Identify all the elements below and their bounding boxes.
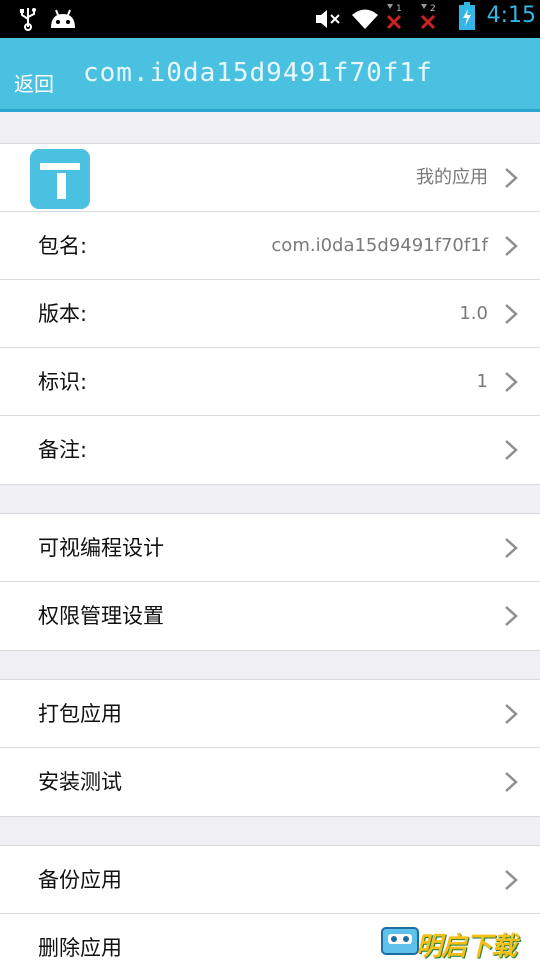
- permission-settings-row[interactable]: 权限管理设置: [0, 582, 540, 650]
- backup-app-row[interactable]: 备份应用: [0, 846, 540, 914]
- signal-2-label: 2: [430, 4, 436, 14]
- row-value: 1: [476, 371, 488, 392]
- version-row[interactable]: 版本: 1.0: [0, 280, 540, 348]
- package-app-row[interactable]: 打包应用: [0, 680, 540, 748]
- note-row[interactable]: 备注:: [0, 416, 540, 484]
- row-label: 安装测试: [38, 770, 122, 794]
- status-bar: 1 2 4:15: [0, 0, 540, 38]
- page-title: com.i0da15d9491f70f1f: [83, 58, 433, 88]
- row-label: 删除应用: [38, 936, 122, 960]
- chevron-right-icon: [505, 704, 518, 724]
- row-label: 可视编程设计: [38, 536, 164, 560]
- row-value: com.i0da15d9491f70f1f: [271, 235, 488, 256]
- wifi-icon: [350, 7, 380, 31]
- row-label: 备份应用: [38, 868, 122, 892]
- app-row-value: 我的应用: [416, 167, 488, 188]
- battery-charging-icon: [458, 2, 476, 30]
- signal-1-label: 1: [396, 4, 402, 14]
- chevron-right-icon: [505, 870, 518, 890]
- build-group: 打包应用 安装测试: [0, 679, 540, 817]
- app-icon: [30, 149, 90, 209]
- mute-icon: [314, 7, 342, 31]
- chevron-right-icon: [505, 236, 518, 256]
- cassette-icon: [381, 927, 419, 955]
- row-label: 标识:: [38, 370, 88, 394]
- row-label: 备注:: [38, 438, 88, 462]
- row-value: 1.0: [459, 303, 488, 324]
- row-label: 包名:: [38, 234, 88, 258]
- install-test-row[interactable]: 安装测试: [0, 748, 540, 816]
- chevron-right-icon: [505, 772, 518, 792]
- title-bar: 返回 com.i0da15d9491f70f1f: [0, 38, 540, 112]
- android-icon: [48, 7, 78, 31]
- chevron-right-icon: [505, 440, 518, 460]
- usb-icon: [18, 7, 38, 31]
- row-label: 版本:: [38, 302, 88, 326]
- watermark-logo: 明启下载: [380, 922, 540, 960]
- back-button[interactable]: 返回: [14, 68, 54, 97]
- design-group: 可视编程设计 权限管理设置: [0, 513, 540, 651]
- chevron-right-icon: [505, 372, 518, 392]
- chevron-right-icon: [505, 606, 518, 626]
- app-row[interactable]: 我的应用: [0, 144, 540, 212]
- no-signal-icon: 1: [384, 4, 406, 30]
- chevron-right-icon: [505, 538, 518, 558]
- row-label: 权限管理设置: [38, 604, 164, 628]
- app-info-group: 我的应用 包名: com.i0da15d9491f70f1f 版本: 1.0 标…: [0, 143, 540, 485]
- row-label: 打包应用: [38, 702, 122, 726]
- chevron-right-icon: [505, 168, 518, 188]
- no-signal-icon: 2: [418, 4, 440, 30]
- identifier-row[interactable]: 标识: 1: [0, 348, 540, 416]
- status-time: 4:15: [486, 3, 536, 28]
- watermark-text: 明启下载: [416, 932, 517, 960]
- package-name-row[interactable]: 包名: com.i0da15d9491f70f1f: [0, 212, 540, 280]
- chevron-right-icon: [505, 304, 518, 324]
- visual-programming-row[interactable]: 可视编程设计: [0, 514, 540, 582]
